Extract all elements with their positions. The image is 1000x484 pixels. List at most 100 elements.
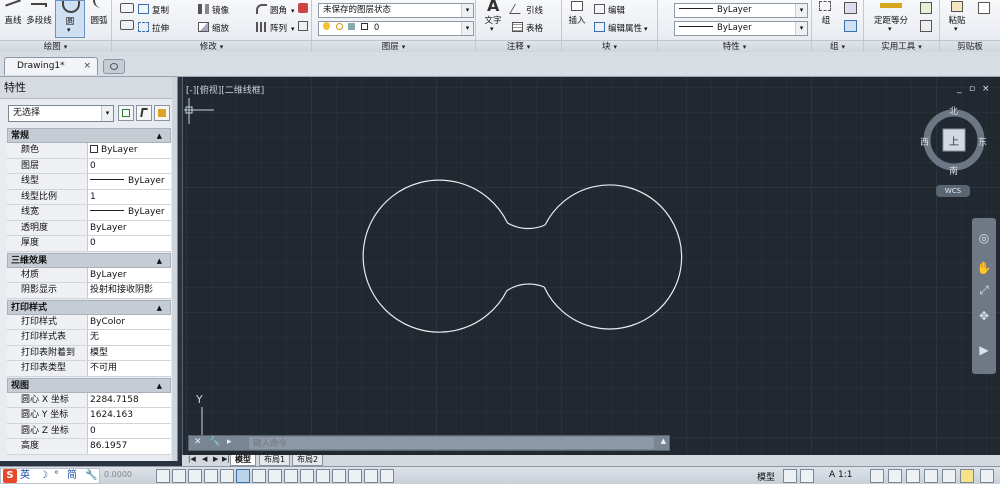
close-icon[interactable]: × bbox=[83, 58, 91, 75]
arc-tool[interactable]: 圆弧 bbox=[88, 0, 110, 38]
selection-cycling-icon[interactable] bbox=[364, 469, 378, 483]
annotation-scale[interactable]: A 1:1 bbox=[829, 470, 853, 480]
palette-scrollbar[interactable] bbox=[172, 77, 177, 461]
new-tab-button[interactable] bbox=[103, 59, 125, 74]
prop-row-material[interactable]: 材质 ByLayer bbox=[7, 267, 171, 283]
erase-icon[interactable] bbox=[298, 3, 308, 13]
model-space-button[interactable]: 模型 bbox=[757, 470, 775, 483]
auto-scale-icon[interactable] bbox=[888, 469, 902, 483]
wrench-icon[interactable]: 🔧 bbox=[85, 469, 97, 483]
minimize-viewport-button[interactable]: _ bbox=[957, 84, 962, 94]
steering-wheel-icon[interactable]: ◎ bbox=[976, 230, 992, 246]
prop-row-transparency[interactable]: 透明度 ByLayer bbox=[7, 220, 171, 236]
groups-panel-title[interactable]: 组 ▾ bbox=[812, 40, 863, 52]
object-snap-tracking-icon[interactable] bbox=[268, 469, 282, 483]
block-edit-button[interactable]: 编辑 bbox=[594, 4, 625, 16]
prop-row-linetype[interactable]: 线型 ByLayer bbox=[7, 174, 171, 190]
ungroup-icon[interactable] bbox=[844, 2, 857, 14]
close-icon[interactable]: ✕ bbox=[194, 437, 202, 447]
utilities-panel-title[interactable]: 实用工具 ▾ bbox=[864, 40, 939, 52]
text-tool[interactable]: A 文字 ▾ bbox=[480, 0, 506, 38]
prop-row-shadow[interactable]: 阴影显示 投射和接收阴影 bbox=[7, 283, 171, 299]
compass-east[interactable]: 东 bbox=[978, 135, 987, 148]
prop-row-height[interactable]: 高度 86.1957 bbox=[7, 439, 171, 455]
polyline-tool[interactable]: 多段线 bbox=[25, 0, 53, 38]
orbit-icon[interactable]: ✥ bbox=[976, 308, 992, 324]
group-tool[interactable]: 组 bbox=[814, 0, 838, 38]
tab-drawing1[interactable]: Drawing1* × bbox=[4, 57, 98, 75]
lineweight-icon[interactable] bbox=[316, 469, 330, 483]
prev-layout-icon[interactable]: ◀ bbox=[202, 455, 207, 463]
line-tool[interactable]: 直线 bbox=[2, 0, 24, 38]
hardware-acceleration-icon[interactable] bbox=[960, 469, 974, 483]
pan-icon[interactable]: ✋ bbox=[976, 260, 992, 276]
explode-icon[interactable] bbox=[298, 21, 308, 31]
properties-panel-title[interactable]: 特性 ▾ bbox=[658, 40, 811, 52]
zoom-extents-icon[interactable]: ⤢ bbox=[976, 282, 992, 298]
prop-row-plot-attached[interactable]: 打印表附着到 模型 bbox=[7, 345, 171, 361]
first-layout-icon[interactable]: |◀ bbox=[188, 455, 196, 463]
category-view[interactable]: 视图 ▲ bbox=[7, 377, 171, 393]
selection-dropdown[interactable]: 无选择 ▾ bbox=[8, 105, 114, 122]
prop-row-center-z[interactable]: 圆心 Z 坐标 0 bbox=[7, 423, 171, 439]
block-panel-title[interactable]: 块 ▾ bbox=[562, 40, 657, 52]
category-plot-style[interactable]: 打印样式 ▲ bbox=[7, 299, 171, 315]
grid-display-icon[interactable] bbox=[188, 469, 202, 483]
stretch-button[interactable]: 拉伸 bbox=[138, 22, 169, 34]
punctuation-icon[interactable]: ° bbox=[54, 469, 59, 483]
quick-select-icon[interactable] bbox=[920, 2, 932, 14]
compass-north[interactable]: 北 bbox=[949, 104, 958, 117]
snap-mode-icon[interactable] bbox=[172, 469, 186, 483]
ime-toolbar[interactable]: S 英 ☽ ° 简 🔧 bbox=[0, 468, 100, 484]
viewport-controls-label[interactable]: [-][俯视][二维线框] bbox=[186, 83, 264, 96]
3d-object-snap-icon[interactable] bbox=[252, 469, 266, 483]
viewcube[interactable]: 北 南 西 东 上 bbox=[918, 104, 988, 177]
prop-row-lineweight[interactable]: 线宽 ByLayer bbox=[7, 205, 171, 221]
select-objects-button[interactable] bbox=[136, 105, 152, 121]
edit-attributes-button[interactable]: 编辑属性 ▾ bbox=[594, 22, 648, 34]
recent-commands-icon[interactable]: ▸ bbox=[227, 437, 232, 447]
draw-panel-title[interactable]: 绘图 ▾ bbox=[0, 40, 111, 52]
prop-row-color[interactable]: 颜色 ByLayer bbox=[7, 143, 171, 159]
circle-dropdown-icon[interactable]: ▾ bbox=[67, 26, 71, 34]
tab-model[interactable]: 模型 bbox=[230, 455, 256, 466]
prop-row-center-y[interactable]: 圆心 Y 坐标 1624.163 bbox=[7, 408, 171, 424]
scale-button[interactable]: 缩放 bbox=[198, 22, 229, 34]
prop-row-linetype-scale[interactable]: 线型比例 1 bbox=[7, 189, 171, 205]
quick-select-button[interactable] bbox=[154, 105, 170, 121]
close-viewport-button[interactable]: × bbox=[982, 84, 990, 94]
wcs-menu[interactable]: WCS bbox=[936, 185, 970, 197]
next-layout-icon[interactable]: ▶ bbox=[213, 455, 218, 463]
prop-row-plot-table-type[interactable]: 打印表类型 不可用 bbox=[7, 361, 171, 377]
copy-clip-icon[interactable] bbox=[978, 2, 990, 14]
category-3d-effects[interactable]: 三维效果 ▲ bbox=[7, 252, 171, 268]
lock-icon[interactable] bbox=[924, 469, 938, 483]
moon-icon[interactable]: ☽ bbox=[39, 469, 48, 483]
circle-tool[interactable]: 圆 ▾ bbox=[55, 0, 85, 38]
layer-state-select[interactable]: 未保存的图层状态 ▾ bbox=[318, 3, 474, 18]
infer-constraints-icon[interactable] bbox=[156, 469, 170, 483]
ortho-mode-icon[interactable] bbox=[204, 469, 218, 483]
array-button[interactable]: 阵列 ▾ bbox=[256, 22, 295, 34]
layers-panel-title[interactable]: 图层 ▾ bbox=[312, 40, 475, 52]
insert-tool[interactable]: 插入 bbox=[564, 0, 590, 38]
chevron-up-icon[interactable]: ▲ bbox=[661, 437, 666, 445]
drawing-geometry[interactable] bbox=[182, 77, 1000, 456]
linetype-select[interactable]: ByLayer ▾ bbox=[674, 3, 808, 18]
polar-tracking-icon[interactable] bbox=[220, 469, 234, 483]
layer-select[interactable]: 0 ▾ bbox=[318, 21, 474, 36]
prop-row-thickness[interactable]: 厚度 0 bbox=[7, 236, 171, 252]
rotate-icon[interactable] bbox=[120, 20, 134, 30]
group-edit-icon[interactable] bbox=[844, 20, 857, 32]
fillet-button[interactable]: 圆角 ▾ bbox=[256, 4, 295, 16]
command-input[interactable] bbox=[249, 437, 654, 449]
compass-west[interactable]: 西 bbox=[920, 135, 929, 148]
prop-row-plot-style[interactable]: 打印样式 ByColor bbox=[7, 314, 171, 330]
tab-layout1[interactable]: 布局1 bbox=[259, 455, 291, 466]
copy-button[interactable]: 复制 bbox=[138, 4, 169, 16]
compass-south[interactable]: 南 bbox=[949, 164, 958, 177]
allow-ucs-icon[interactable] bbox=[284, 469, 298, 483]
ime-lang[interactable]: 英 bbox=[20, 469, 30, 483]
move-icon[interactable] bbox=[120, 3, 134, 13]
category-general[interactable]: 常规 ▲ bbox=[7, 128, 171, 143]
